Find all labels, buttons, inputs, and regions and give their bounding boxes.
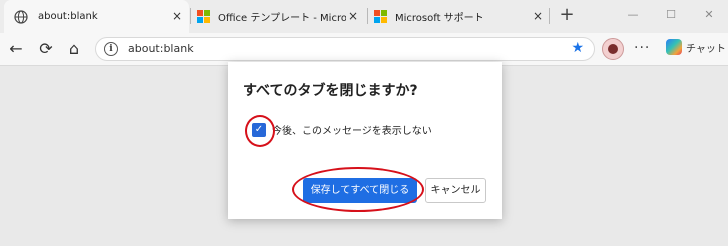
close-tab-icon[interactable]: × bbox=[532, 10, 544, 22]
tab-office-templates[interactable]: Office テンプレート - Microsoft × bbox=[193, 0, 365, 33]
maximize-button[interactable]: ☐ bbox=[652, 0, 690, 30]
microsoft-logo-icon bbox=[197, 10, 210, 23]
tab-label: Office テンプレート - Microsoft bbox=[218, 13, 346, 24]
annotation-circle-checkbox bbox=[245, 115, 275, 147]
profile-avatar[interactable] bbox=[602, 38, 624, 60]
microsoft-logo-icon bbox=[374, 10, 387, 23]
home-icon[interactable]: ⌂ bbox=[64, 39, 84, 59]
minimize-button[interactable]: — bbox=[614, 0, 652, 30]
cancel-button[interactable]: キャンセル bbox=[425, 178, 486, 203]
url-text: about:blank bbox=[128, 42, 194, 55]
refresh-icon[interactable]: ⟳ bbox=[36, 39, 56, 59]
tab-strip: about:blank × Office テンプレート - Microsoft … bbox=[0, 0, 728, 33]
annotation-circle-button bbox=[292, 167, 424, 212]
close-window-button[interactable]: ✕ bbox=[690, 0, 728, 30]
chat-label: チャット bbox=[686, 43, 726, 55]
back-arrow-icon[interactable]: ← bbox=[6, 39, 26, 59]
tab-label: about:blank bbox=[38, 11, 98, 22]
close-tab-icon[interactable]: × bbox=[347, 10, 359, 22]
copilot-icon bbox=[666, 39, 682, 55]
info-icon[interactable]: i bbox=[104, 42, 118, 56]
favorite-star-icon[interactable]: ★ bbox=[571, 40, 584, 56]
more-menu-icon[interactable]: ··· bbox=[634, 40, 650, 56]
close-tab-icon[interactable]: × bbox=[171, 10, 183, 22]
address-bar[interactable]: i about:blank ★ bbox=[95, 37, 595, 61]
tab-label: Microsoft サポート bbox=[395, 13, 484, 24]
chat-button[interactable]: チャット bbox=[666, 39, 726, 55]
checkbox-label: 今後、このメッセージを表示しない bbox=[272, 126, 432, 137]
dont-show-again-option[interactable]: ✓ 今後、このメッセージを表示しない bbox=[252, 122, 432, 137]
globe-icon bbox=[14, 9, 28, 24]
tab-about-blank[interactable]: about:blank × bbox=[4, 0, 189, 33]
dialog-title: すべてのタブを閉じますか? bbox=[243, 83, 418, 99]
new-tab-button[interactable]: + bbox=[557, 5, 577, 25]
tab-microsoft-support[interactable]: Microsoft サポート × bbox=[370, 0, 550, 33]
